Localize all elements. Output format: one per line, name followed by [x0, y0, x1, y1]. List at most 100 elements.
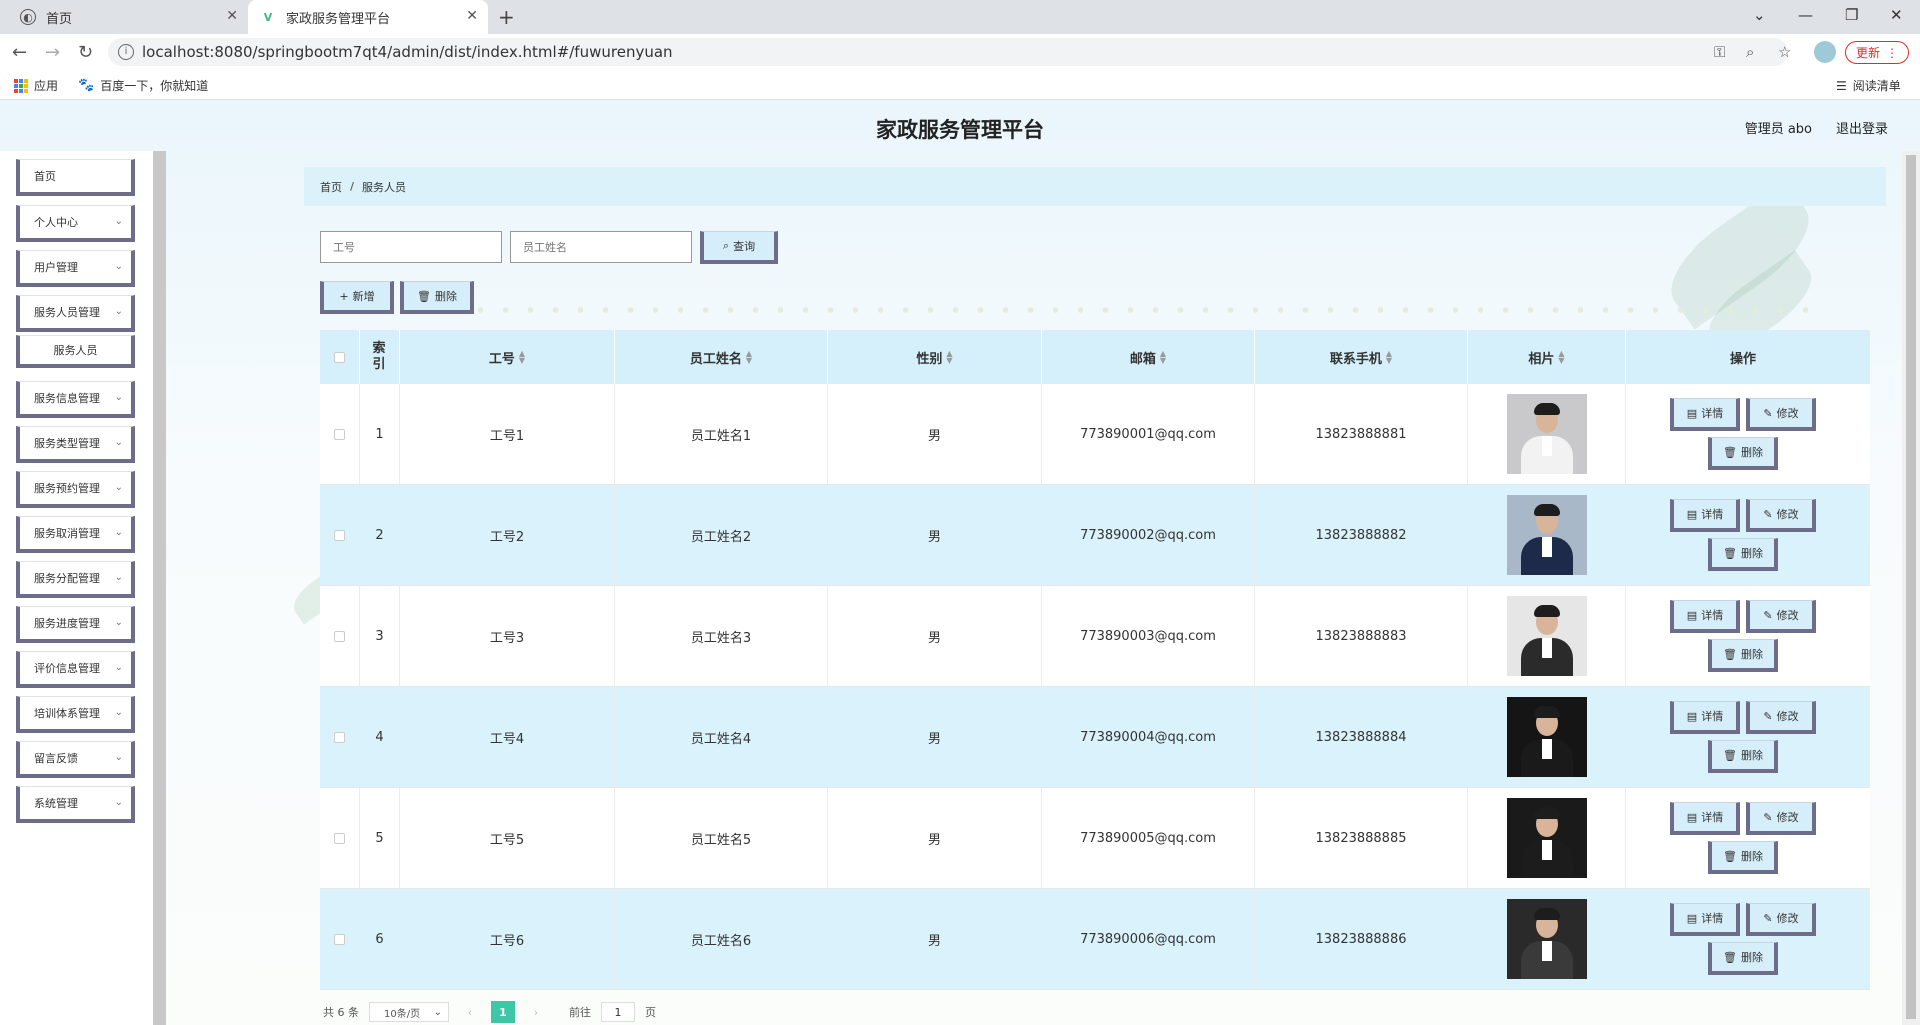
bookmark-baidu[interactable]: 🐾 百度一下，你就知道 — [78, 77, 208, 94]
profile-avatar[interactable] — [1814, 41, 1836, 63]
update-button[interactable]: 更新 ⋮ — [1845, 41, 1909, 64]
batch-delete-button[interactable]: 🗑 删除 — [400, 281, 474, 314]
sidebar-item[interactable]: 服务预约管理 ⌄ — [16, 471, 135, 508]
new-tab-icon[interactable]: + — [498, 5, 515, 29]
row-checkbox[interactable] — [334, 428, 345, 440]
edit-button[interactable]: ✎ 修改 — [1746, 903, 1816, 936]
tab-search-icon[interactable]: ⌄ — [1753, 6, 1766, 24]
minimize-icon[interactable]: — — [1798, 6, 1813, 24]
sidebar-item[interactable]: 服务分配管理 ⌄ — [16, 561, 135, 598]
sort-icon[interactable]: ▲ ▼ — [1558, 350, 1564, 365]
sidebar-item[interactable]: 个人中心 ⌄ — [16, 205, 135, 242]
prev-page-button[interactable]: ‹ — [459, 1002, 481, 1022]
close-tab-icon[interactable]: ✕ — [226, 8, 238, 24]
sidebar-item[interactable]: 用户管理 ⌄ — [16, 250, 135, 287]
query-button[interactable]: ⌕ 查询 — [700, 231, 778, 264]
cell-index-value: 4 — [375, 729, 384, 745]
sidebar-item[interactable]: 服务取消管理 ⌄ — [16, 516, 135, 553]
bookmark-apps[interactable]: 应用 — [14, 77, 58, 94]
sidebar-item-label: 个人中心 — [34, 216, 78, 229]
sidebar-item[interactable]: 服务信息管理 ⌄ — [16, 381, 135, 418]
detail-button[interactable]: ▤ 详情 — [1670, 499, 1740, 532]
row-checkbox[interactable] — [334, 630, 345, 642]
sidebar-item[interactable]: 服务人员管理 ⌄ — [16, 295, 135, 332]
row-checkbox[interactable] — [334, 731, 345, 743]
logout-link[interactable]: 退出登录 — [1836, 118, 1888, 137]
edit-button[interactable]: ✎ 修改 — [1746, 802, 1816, 835]
sidebar-item[interactable]: 首页 — [16, 159, 135, 196]
row-checkbox[interactable] — [334, 832, 345, 844]
close-window-icon[interactable]: ✕ — [1890, 6, 1903, 24]
page-size-select[interactable]: 10条/页 ⌄ — [369, 1002, 449, 1022]
edit-button[interactable]: ✎ 修改 — [1746, 398, 1816, 431]
key-icon[interactable]: ⚿ — [1714, 43, 1725, 61]
url-field[interactable]: i localhost:8080/springbootm7qt4/admin/d… — [108, 38, 1788, 66]
delete-button[interactable]: 🗑 删除 — [1708, 841, 1778, 874]
cell-gender: 男 — [828, 586, 1042, 686]
sort-icon[interactable]: ▲ ▼ — [1386, 350, 1392, 365]
cell-gonghao: 工号5 — [400, 788, 615, 888]
page-scrollbar[interactable] — [1902, 151, 1920, 1025]
edit-button[interactable]: ✎ 修改 — [1746, 499, 1816, 532]
detail-button[interactable]: ▤ 详情 — [1670, 802, 1740, 835]
row-checkbox[interactable] — [334, 529, 345, 541]
sidebar-scrollbar[interactable] — [153, 151, 166, 1025]
gonghao-search-input[interactable] — [320, 231, 502, 263]
detail-button[interactable]: ▤ 详情 — [1670, 701, 1740, 734]
sidebar-item[interactable]: 评价信息管理 ⌄ — [16, 651, 135, 688]
header-photo[interactable]: 相片 ▲ ▼ — [1468, 330, 1626, 384]
current-page-button[interactable]: 1 — [491, 1001, 515, 1023]
row-checkbox[interactable] — [334, 933, 345, 945]
browser-tab-platform[interactable]: V 家政服务管理平台 ✕ — [248, 0, 488, 34]
cell-email: 773890004@qq.com — [1042, 687, 1255, 787]
detail-button[interactable]: ▤ 详情 — [1670, 398, 1740, 431]
sort-icon[interactable]: ▲ ▼ — [1160, 350, 1166, 365]
select-all-checkbox[interactable] — [334, 351, 345, 363]
header-email[interactable]: 邮箱 ▲ ▼ — [1042, 330, 1255, 384]
next-page-button[interactable]: › — [525, 1002, 547, 1022]
delete-button[interactable]: 🗑 删除 — [1708, 740, 1778, 773]
header-gonghao[interactable]: 工号 ▲ ▼ — [400, 330, 615, 384]
edit-button[interactable]: ✎ 修改 — [1746, 701, 1816, 734]
close-tab-icon[interactable]: ✕ — [466, 8, 478, 24]
delete-button[interactable]: 🗑 删除 — [1708, 437, 1778, 470]
cell-photo — [1468, 687, 1626, 787]
back-icon[interactable]: ← — [12, 42, 27, 63]
browser-tab-home[interactable]: ◐ 首页 ✕ — [8, 0, 248, 34]
header-name[interactable]: 员工姓名 ▲ ▼ — [615, 330, 828, 384]
zoom-icon[interactable]: ⌕ — [1746, 43, 1754, 61]
scrollbar-thumb[interactable] — [1906, 155, 1916, 1019]
name-search-input[interactable] — [510, 231, 692, 263]
site-info-icon[interactable]: i — [118, 44, 134, 60]
cell-email: 773890001@qq.com — [1042, 384, 1255, 484]
forward-icon[interactable]: → — [45, 42, 60, 63]
bookmark-star-icon[interactable]: ☆ — [1778, 43, 1791, 61]
add-button[interactable]: + 新增 — [320, 281, 394, 314]
sidebar-item-label: 服务预约管理 — [34, 482, 100, 495]
sidebar-item[interactable]: 系统管理 ⌄ — [16, 786, 135, 823]
reload-icon[interactable]: ↻ — [78, 42, 93, 63]
pencil-icon: ✎ — [1763, 810, 1773, 824]
goto-page-input[interactable]: 1 — [601, 1002, 635, 1022]
edit-button[interactable]: ✎ 修改 — [1746, 600, 1816, 633]
sort-icon[interactable]: ▲ ▼ — [519, 350, 525, 365]
delete-button[interactable]: 🗑 删除 — [1708, 639, 1778, 672]
sort-icon[interactable]: ▲ ▼ — [746, 350, 752, 365]
restore-icon[interactable]: ❐ — [1845, 6, 1858, 24]
header-gender[interactable]: 性别 ▲ ▼ — [828, 330, 1042, 384]
detail-button[interactable]: ▤ 详情 — [1670, 903, 1740, 936]
sidebar-item[interactable]: 服务人员 — [16, 335, 135, 368]
cell-gonghao: 工号6 — [400, 889, 615, 989]
detail-button[interactable]: ▤ 详情 — [1670, 600, 1740, 633]
header-phone[interactable]: 联系手机 ▲ ▼ — [1255, 330, 1468, 384]
reading-list[interactable]: ☰ 阅读清单 — [1836, 77, 1901, 94]
chevron-down-icon: ⌄ — [114, 797, 123, 808]
sidebar-item[interactable]: 留言反馈 ⌄ — [16, 741, 135, 778]
sidebar-item[interactable]: 培训体系管理 ⌄ — [16, 696, 135, 733]
delete-button[interactable]: 🗑 删除 — [1708, 942, 1778, 975]
sidebar-item[interactable]: 服务类型管理 ⌄ — [16, 426, 135, 463]
sidebar-item[interactable]: 服务进度管理 ⌄ — [16, 606, 135, 643]
delete-button[interactable]: 🗑 删除 — [1708, 538, 1778, 571]
sort-icon[interactable]: ▲ ▼ — [946, 350, 952, 365]
breadcrumb-home[interactable]: 首页 — [320, 179, 342, 195]
